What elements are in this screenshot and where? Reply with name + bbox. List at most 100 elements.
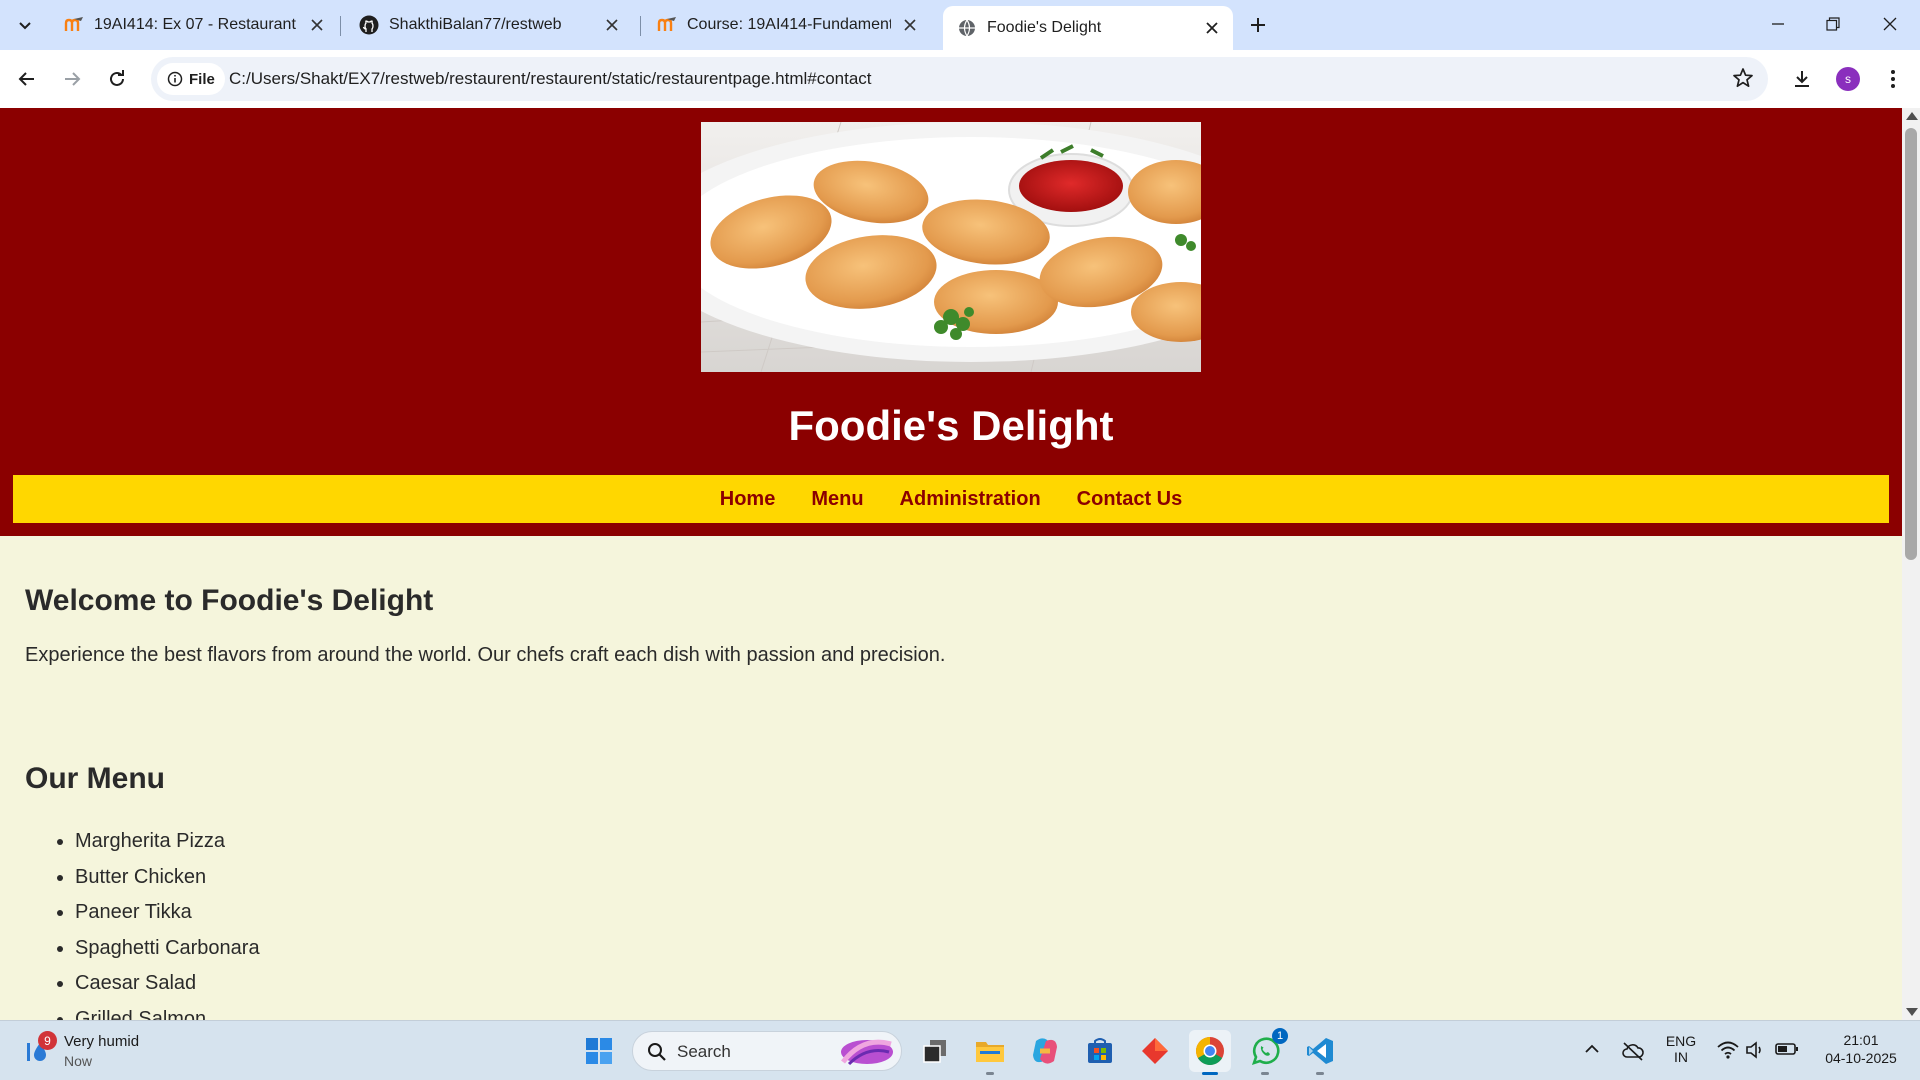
vscode-button[interactable] bbox=[1299, 1030, 1341, 1075]
list-item: Spaghetti Carbonara bbox=[75, 931, 260, 967]
folder-icon bbox=[976, 1042, 1004, 1062]
new-tab-button[interactable] bbox=[1243, 10, 1273, 40]
running-indicator bbox=[986, 1072, 994, 1075]
browser-menu-button[interactable] bbox=[1876, 62, 1910, 96]
welcome-heading: Welcome to Foodie's Delight bbox=[25, 584, 434, 617]
tab-title: Foodie's Delight bbox=[987, 19, 1102, 36]
volume-icon[interactable] bbox=[1745, 1041, 1765, 1064]
restore-button[interactable] bbox=[1813, 6, 1853, 42]
notification-badge: 1 bbox=[1272, 1028, 1288, 1044]
language-code: ENG bbox=[1665, 1033, 1697, 1049]
wifi-icon[interactable] bbox=[1717, 1041, 1739, 1064]
microsoft-store-button[interactable] bbox=[1079, 1030, 1121, 1072]
list-item: Paneer Tikka bbox=[75, 895, 260, 931]
more-vertical-icon bbox=[1891, 70, 1895, 88]
language-indicator[interactable]: ENG IN bbox=[1664, 1033, 1698, 1065]
close-icon[interactable] bbox=[1201, 17, 1223, 39]
minimize-icon bbox=[1772, 23, 1784, 25]
profile-button[interactable]: s bbox=[1831, 62, 1865, 96]
globe-icon bbox=[957, 18, 977, 38]
address-bar[interactable]: File C:/Users/Shakt/EX7/restweb/restaure… bbox=[151, 57, 1768, 101]
tab-search-button[interactable] bbox=[8, 8, 42, 42]
tab-title: Course: 19AI414-Fundamentals bbox=[687, 16, 891, 33]
chrome-button[interactable] bbox=[1189, 1030, 1231, 1075]
scroll-up-arrow-icon[interactable] bbox=[1906, 112, 1918, 120]
clock[interactable]: 21:01 04-10-2025 bbox=[1812, 1032, 1910, 1066]
chevron-down-icon bbox=[19, 22, 31, 30]
list-item: Butter Chicken bbox=[75, 860, 260, 896]
task-view-icon bbox=[923, 1040, 946, 1063]
menu-heading: Our Menu bbox=[25, 762, 165, 795]
browser-toolbar: File C:/Users/Shakt/EX7/restweb/restaure… bbox=[0, 50, 1920, 108]
taskbar-search[interactable]: Search bbox=[632, 1031, 902, 1071]
welcome-section: Welcome to Foodie's Delight Experience t… bbox=[25, 584, 1885, 667]
running-indicator bbox=[1261, 1072, 1269, 1075]
clock-date: 04-10-2025 bbox=[1825, 1050, 1897, 1066]
vscode-icon bbox=[1307, 1038, 1333, 1064]
weather-widget[interactable]: 9 Very humid Now bbox=[20, 1031, 160, 1071]
weather-time: Now bbox=[64, 1053, 93, 1069]
close-window-button[interactable] bbox=[1870, 6, 1910, 42]
download-icon bbox=[1795, 71, 1809, 87]
site-header: Foodie's Delight Home Menu Administratio… bbox=[0, 108, 1902, 536]
moodle-icon bbox=[657, 15, 677, 35]
running-indicator bbox=[1202, 1072, 1218, 1075]
copilot-button[interactable] bbox=[1024, 1030, 1066, 1072]
list-item: Grilled Salmon bbox=[75, 1002, 260, 1021]
close-icon bbox=[1883, 17, 1897, 31]
site-info-chip[interactable]: File bbox=[157, 63, 225, 95]
copilot-icon bbox=[1033, 1038, 1057, 1064]
scroll-thumb[interactable] bbox=[1905, 128, 1917, 560]
tab-strip: 19AI414: Ex 07 - Restaurant We ShakthiBa… bbox=[0, 0, 1920, 50]
tab-course-fundamentals[interactable]: Course: 19AI414-Fundamentals bbox=[643, 6, 931, 44]
app-red-diamond-button[interactable] bbox=[1134, 1030, 1176, 1072]
url-text[interactable]: C:/Users/Shakt/EX7/restweb/restaurent/re… bbox=[229, 69, 872, 89]
bookmark-star-icon[interactable] bbox=[1732, 67, 1754, 94]
welcome-text: Experience the best flavors from around … bbox=[25, 644, 946, 666]
close-icon[interactable] bbox=[306, 14, 328, 36]
reload-button[interactable] bbox=[100, 62, 134, 96]
minimize-button[interactable] bbox=[1758, 6, 1798, 42]
moodle-icon bbox=[64, 15, 84, 35]
back-button[interactable] bbox=[10, 62, 44, 96]
diamond-app-icon bbox=[1142, 1038, 1168, 1064]
region-code: IN bbox=[1674, 1049, 1688, 1065]
search-highlight-icon bbox=[841, 1039, 893, 1066]
task-view-button[interactable] bbox=[914, 1030, 956, 1072]
tab-separator bbox=[640, 16, 641, 36]
battery-icon[interactable] bbox=[1775, 1041, 1799, 1062]
menu-list: Margherita Pizza Butter Chicken Paneer T… bbox=[75, 824, 260, 1020]
nav-link-home[interactable]: Home bbox=[720, 488, 776, 511]
close-icon[interactable] bbox=[899, 14, 921, 36]
info-icon bbox=[167, 71, 183, 87]
running-indicator bbox=[1316, 1072, 1324, 1075]
github-icon bbox=[359, 15, 379, 35]
search-label: Search bbox=[677, 1042, 731, 1061]
forward-button[interactable] bbox=[55, 62, 89, 96]
close-icon[interactable] bbox=[601, 14, 623, 36]
restore-icon bbox=[1826, 17, 1840, 31]
page-scrollbar[interactable] bbox=[1902, 108, 1920, 1020]
clock-time: 21:01 bbox=[1843, 1032, 1879, 1048]
nav-link-contact-us[interactable]: Contact Us bbox=[1077, 488, 1183, 511]
nav-link-menu[interactable]: Menu bbox=[811, 488, 863, 511]
show-hidden-icons-chevron-icon[interactable] bbox=[1584, 1041, 1600, 1062]
tab-restaurant-exercise[interactable]: 19AI414: Ex 07 - Restaurant We bbox=[50, 6, 338, 44]
arrow-right-icon bbox=[65, 72, 81, 86]
whatsapp-button[interactable]: 1 bbox=[1244, 1028, 1288, 1075]
scroll-down-arrow-icon[interactable] bbox=[1906, 1008, 1918, 1016]
onedrive-offline-icon[interactable] bbox=[1621, 1041, 1645, 1066]
nav-link-administration[interactable]: Administration bbox=[900, 488, 1041, 511]
taskbar: 9 Very humid Now Search 1 ENG IN 21:01 0… bbox=[0, 1020, 1920, 1080]
list-item: Caesar Salad bbox=[75, 966, 260, 1002]
tab-github-restweb[interactable]: ShakthiBalan77/restweb bbox=[345, 6, 633, 44]
downloads-button[interactable] bbox=[1785, 62, 1819, 96]
file-explorer-button[interactable] bbox=[969, 1030, 1011, 1075]
tab-separator bbox=[340, 16, 341, 36]
start-button[interactable] bbox=[578, 1030, 620, 1072]
tab-foodies-delight[interactable]: Foodie's Delight bbox=[943, 6, 1233, 50]
tab-title: 19AI414: Ex 07 - Restaurant We bbox=[94, 16, 298, 33]
search-icon bbox=[648, 1043, 666, 1061]
reload-icon bbox=[110, 70, 124, 86]
list-item: Margherita Pizza bbox=[75, 824, 260, 860]
